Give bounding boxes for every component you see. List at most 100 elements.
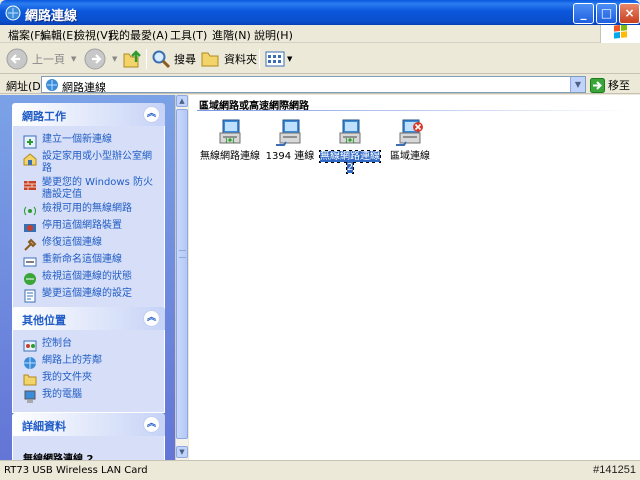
explorer-window: 網路連線 _ □ × 檔案(F) 編輯(E) 檢視(V) 我的最愛(A) 工具(… (0, 0, 640, 480)
my-documents-icon (23, 373, 37, 387)
network-task-link[interactable]: 變更這個連線的設定 (23, 288, 158, 303)
network-task-link[interactable]: 修復這個連線 (23, 237, 158, 252)
maximize-button[interactable]: □ (596, 3, 617, 24)
folders-button[interactable]: 資料夾 (201, 48, 257, 70)
address-dropdown-icon[interactable]: ▼ (570, 77, 585, 92)
home-network-icon (23, 152, 37, 166)
scroll-thumb[interactable] (176, 109, 188, 439)
network-connections-icon (46, 79, 58, 91)
menu-help[interactable]: 說明(H) (254, 27, 293, 43)
network-connections-icon (5, 5, 21, 21)
details-name: 無線網路連線 2 (23, 454, 94, 460)
details-header[interactable]: 詳細資料 ︽ (12, 413, 165, 436)
menu-edit[interactable]: 編輯(E) (40, 27, 78, 43)
collapse-chevron-icon[interactable]: ︽ (143, 416, 160, 433)
menu-bar: 檔案(F) 編輯(E) 檢視(V) 我的最愛(A) 工具(T) 進階(N) 說明… (0, 25, 640, 43)
my-computer-icon (23, 390, 37, 404)
other-place-label: 網路上的芳鄰 (42, 355, 102, 366)
address-value: 網路連線 (62, 81, 106, 94)
folder-icon (201, 52, 219, 67)
task-pane-scrollbar[interactable]: ▲ ▼ (175, 95, 188, 460)
toolbar: 上一頁 ▼ ▼ 搜尋 資料夾 ▼ (0, 44, 640, 74)
collapse-chevron-icon[interactable]: ︽ (143, 310, 160, 327)
toolbar-separator (146, 49, 147, 69)
other-places-header[interactable]: 其他位置 ︽ (12, 307, 165, 330)
status-bar: RT73 USB Wireless LAN Card #141251 (0, 460, 640, 480)
other-place-link[interactable]: 我的文件夾 (23, 372, 158, 387)
toolbar-separator (259, 49, 260, 69)
menu-favorites[interactable]: 我的最愛(A) (108, 27, 168, 43)
back-dropdown-icon[interactable]: ▼ (71, 55, 76, 63)
network-places-icon (23, 356, 37, 370)
close-button[interactable]: × (619, 3, 640, 24)
network-task-link[interactable]: 停用這個網路裝置 (23, 220, 158, 235)
connection-item[interactable]: 無線網路連線 (199, 117, 261, 162)
wireless-connection-icon (214, 117, 246, 149)
address-input[interactable]: 網路連線 ▼ (41, 76, 586, 94)
connection-item[interactable]: 1394 連線 (259, 117, 321, 162)
forward-dropdown-icon[interactable]: ▼ (112, 55, 117, 63)
search-button[interactable]: 搜尋 (151, 48, 196, 70)
rename-icon (23, 255, 37, 269)
windows-logo (600, 24, 640, 43)
other-place-label: 我的電腦 (42, 389, 82, 400)
network-task-label: 變更您的 Windows 防火牆設定值 (42, 177, 153, 200)
network-tasks-title: 網路工作 (22, 110, 66, 123)
other-places-list: 控制台網路上的芳鄰我的文件夾我的電腦 (12, 330, 165, 413)
network-task-link[interactable]: 變更您的 Windows 防火牆設定值 (23, 177, 158, 201)
menu-advanced[interactable]: 進階(N) (212, 27, 251, 43)
network-task-label: 修復這個連線 (42, 237, 102, 248)
views-button[interactable]: ▼ (265, 48, 292, 70)
connection-item[interactable]: 無線網路連線 2 (319, 117, 381, 174)
address-label: 網址(D) (6, 80, 46, 93)
network-tasks-header[interactable]: 網路工作 ︽ (12, 103, 165, 126)
network-task-label: 檢視這個連線的狀態 (42, 271, 132, 282)
network-task-link[interactable]: 檢視可用的無線網路 (23, 203, 158, 218)
forward-button[interactable]: ▼ (84, 48, 117, 70)
connection-label: 區域連線 (390, 151, 430, 162)
up-folder-button[interactable] (122, 48, 144, 70)
connection-label: 無線網路連線 (200, 151, 260, 162)
disable-icon (23, 221, 37, 235)
address-bar: 網址(D) 網路連線 ▼ 移至 (0, 75, 640, 94)
new-connection-icon (23, 135, 37, 149)
task-pane: 網路工作 ︽ 建立一個新連線設定家用或小型辦公室網路 變更您的 Windows 防… (0, 95, 175, 460)
group-divider (197, 110, 632, 111)
minimize-button[interactable]: _ (573, 3, 594, 24)
connection-label: 無線網路連線 2 (319, 150, 381, 174)
go-button[interactable]: 移至 (590, 77, 630, 93)
status-icon (23, 272, 37, 286)
go-label: 移至 (608, 79, 630, 92)
network-task-link[interactable]: 建立一個新連線 (23, 134, 158, 149)
network-task-link[interactable]: 設定家用或小型辦公室網路 (23, 151, 158, 175)
wireless-connection-icon (334, 117, 366, 149)
search-icon (152, 50, 171, 69)
other-place-link[interactable]: 控制台 (23, 338, 158, 353)
scroll-up-icon[interactable]: ▲ (176, 95, 188, 107)
search-label: 搜尋 (174, 53, 196, 66)
other-places-panel: 其他位置 ︽ 控制台網路上的芳鄰我的文件夾我的電腦 (12, 307, 165, 413)
connection-label: 1394 連線 (265, 151, 315, 162)
views-dropdown-icon[interactable]: ▼ (287, 55, 292, 63)
other-place-link[interactable]: 我的電腦 (23, 389, 158, 404)
views-icon (265, 51, 285, 67)
lan-connection-icon (274, 117, 306, 149)
title-bar[interactable]: 網路連線 _ □ × (0, 0, 640, 25)
folders-label: 資料夾 (224, 53, 257, 66)
connection-item[interactable]: 區域連線 (379, 117, 441, 162)
network-task-link[interactable]: 重新命名這個連線 (23, 254, 158, 269)
network-task-label: 停用這個網路裝置 (42, 220, 122, 231)
back-button[interactable]: 上一頁 ▼ (6, 48, 76, 70)
network-tasks-panel: 網路工作 ︽ 建立一個新連線設定家用或小型辦公室網路 變更您的 Windows 防… (12, 103, 165, 312)
scroll-down-icon[interactable]: ▼ (176, 446, 188, 458)
menu-tools[interactable]: 工具(T) (170, 27, 207, 43)
menu-view[interactable]: 檢視(V) (74, 27, 112, 43)
forward-arrow-icon (84, 48, 106, 70)
go-arrow-icon (590, 77, 605, 93)
other-place-link[interactable]: 網路上的芳鄰 (23, 355, 158, 370)
network-task-link[interactable]: 檢視這個連線的狀態 (23, 271, 158, 286)
collapse-chevron-icon[interactable]: ︽ (143, 106, 160, 123)
back-label: 上一頁 (32, 53, 65, 66)
network-task-label: 設定家用或小型辦公室網路 (42, 151, 152, 174)
watermark-label: #141251 (593, 464, 636, 476)
